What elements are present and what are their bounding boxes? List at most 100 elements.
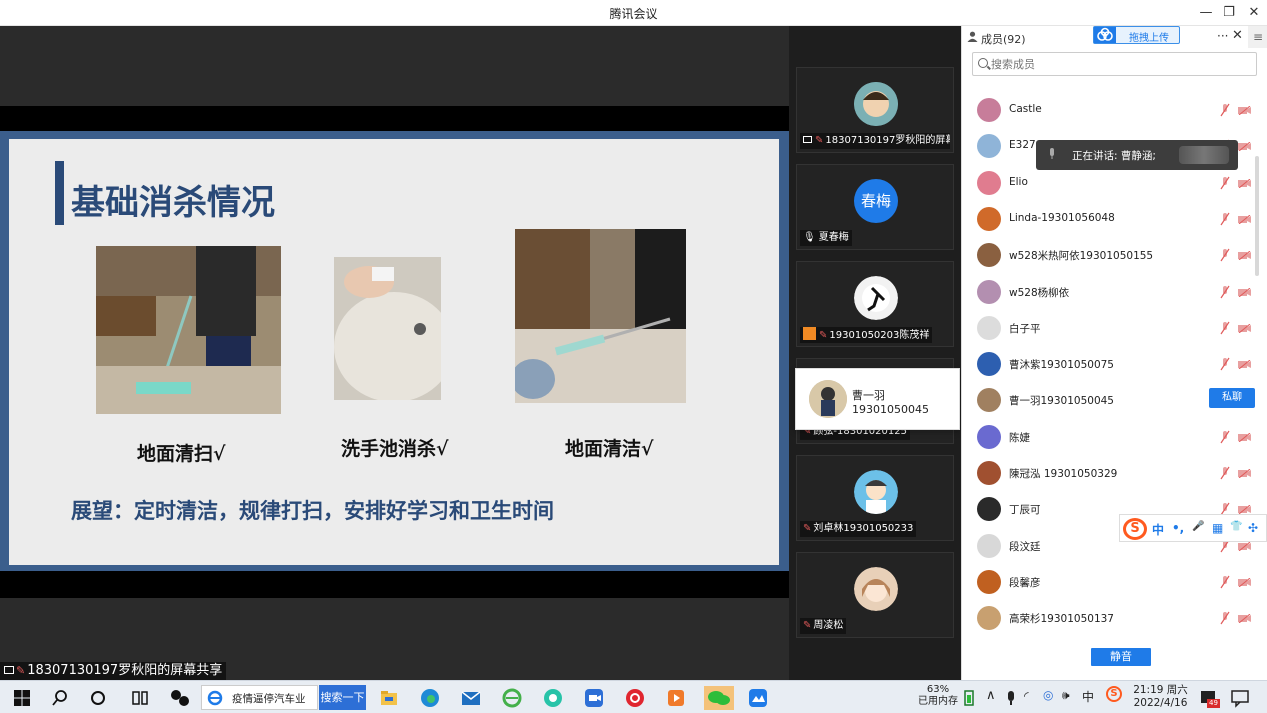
member-row[interactable]: 曹一羽19301050045 私聊 bbox=[962, 382, 1257, 418]
member-row[interactable]: 段馨彦 bbox=[962, 564, 1257, 600]
video-tile[interactable]: ✎18307130197罗秋阳的屏幕... bbox=[796, 67, 954, 153]
restore-button[interactable]: ❐ bbox=[1219, 3, 1239, 23]
camera-off-icon[interactable] bbox=[1238, 614, 1252, 624]
tencent-docs-icon[interactable] bbox=[746, 686, 770, 710]
muted-mic-icon[interactable] bbox=[1220, 575, 1230, 589]
muted-mic-icon: ✎ bbox=[815, 135, 824, 146]
camera-off-icon[interactable] bbox=[1238, 251, 1252, 261]
muted-mic-icon[interactable] bbox=[1220, 285, 1230, 299]
screen-share-label: ✎ 18307130197罗秋阳的屏幕共享 bbox=[0, 662, 227, 680]
camera-off-icon[interactable] bbox=[1238, 432, 1252, 442]
muted-mic-icon[interactable] bbox=[1220, 248, 1230, 262]
camera-off-icon[interactable] bbox=[1238, 178, 1252, 188]
sogou-tray-icon[interactable]: S bbox=[1106, 686, 1122, 702]
camera-off-icon[interactable] bbox=[1238, 541, 1252, 551]
close-panel-button[interactable]: ✕ bbox=[1232, 28, 1243, 43]
camera-off-icon[interactable] bbox=[1238, 505, 1252, 515]
camera-off-icon[interactable] bbox=[1238, 214, 1252, 224]
camera-off-icon[interactable] bbox=[1238, 577, 1252, 587]
drag-upload-button[interactable]: 拖拽上传 bbox=[1093, 26, 1180, 44]
muted-mic-icon[interactable] bbox=[1220, 611, 1230, 625]
video-tile[interactable]: 春梅 🎙 夏春梅 bbox=[796, 164, 954, 250]
camera-off-icon[interactable] bbox=[1238, 469, 1252, 478]
video-tile[interactable]: ✎ 刘卓林19301050233 bbox=[796, 455, 954, 541]
memory-usage[interactable]: 63% 已用内存 bbox=[916, 684, 960, 708]
ime-indicator-icon[interactable]: 中 bbox=[1082, 688, 1094, 705]
member-row[interactable]: Castle bbox=[962, 92, 1257, 128]
panel-menu-button[interactable]: ≡ bbox=[1248, 26, 1267, 48]
more-options-button[interactable]: ··· bbox=[1217, 29, 1228, 43]
member-row[interactable]: w528杨柳依 bbox=[962, 274, 1257, 310]
camera-off-icon[interactable] bbox=[1238, 323, 1252, 333]
mute-all-button[interactable]: 静音 bbox=[1091, 648, 1151, 666]
wechat-icon[interactable] bbox=[704, 686, 734, 710]
camera-off-icon[interactable] bbox=[1238, 287, 1252, 297]
muted-mic-icon[interactable] bbox=[1220, 103, 1230, 117]
microphone-icon[interactable] bbox=[1004, 686, 1018, 710]
ime-toolbar[interactable]: S 中 •, 🎤 ▦ 👕 ✣ bbox=[1119, 514, 1267, 542]
network-icon[interactable]: ◜ bbox=[1024, 689, 1029, 703]
member-row[interactable]: 白子平 bbox=[962, 310, 1257, 346]
tray-expand-icon[interactable]: ∧ bbox=[986, 688, 996, 703]
member-row[interactable]: 高荣杉19301050137 bbox=[962, 600, 1257, 636]
muted-mic-icon[interactable] bbox=[1220, 430, 1230, 444]
muted-mic-icon[interactable] bbox=[1220, 357, 1230, 371]
member-list-scrollbar[interactable] bbox=[1255, 156, 1259, 276]
muted-mic-icon[interactable] bbox=[1220, 321, 1230, 335]
muted-mic-icon[interactable] bbox=[1220, 212, 1230, 226]
taskbar-search-box[interactable]: 疫情逼停汽车业 bbox=[201, 685, 318, 710]
edge-icon[interactable] bbox=[418, 686, 442, 710]
windows-start-icon[interactable] bbox=[10, 686, 34, 710]
search-submit-button[interactable]: 搜索一下 bbox=[319, 685, 366, 710]
ime-chinese-mode[interactable]: 中 bbox=[1152, 521, 1164, 538]
ime-toolbox-icon[interactable]: ✣ bbox=[1248, 521, 1258, 535]
video-tile[interactable]: ✎ 周凌松 bbox=[796, 552, 954, 638]
app-icon[interactable] bbox=[168, 686, 192, 710]
camera-off-icon[interactable] bbox=[1238, 142, 1252, 152]
video-tile-column: ✎18307130197罗秋阳的屏幕... 春梅 🎙夏春梅 ✎193010502… bbox=[789, 26, 961, 680]
tile-name: ✎18307130197罗秋阳的屏幕... bbox=[800, 133, 950, 149]
tencent-meeting-icon[interactable] bbox=[582, 686, 606, 710]
minimize-button[interactable]: — bbox=[1196, 3, 1216, 23]
volume-icon[interactable]: 🕪 bbox=[1062, 688, 1070, 703]
member-row[interactable]: 曹沐紫19301050075 bbox=[962, 346, 1257, 382]
netease-music-icon[interactable] bbox=[623, 686, 647, 710]
cortana-icon[interactable] bbox=[86, 686, 110, 710]
camera-off-icon[interactable] bbox=[1238, 106, 1252, 115]
avatar bbox=[977, 315, 1001, 340]
ime-voice-icon[interactable]: 🎤 bbox=[1192, 521, 1204, 532]
search-icon[interactable] bbox=[48, 686, 72, 710]
tray-app-icon[interactable]: ◎ bbox=[1043, 688, 1053, 702]
media-player-icon[interactable] bbox=[664, 686, 688, 710]
battery-icon[interactable] bbox=[962, 686, 976, 710]
screen-share-view[interactable]: 基础消杀情况 地面清扫√ 洗手池消杀√ 地面清洁√ 展望：定时清洁，规律打扫，安… bbox=[0, 26, 789, 680]
system-clock[interactable]: 21:19 周六 2022/4/16 bbox=[1133, 684, 1188, 710]
member-row[interactable]: 陈婕 bbox=[962, 419, 1257, 455]
member-search-input[interactable] bbox=[991, 56, 1241, 72]
ime-punctuation[interactable]: •, bbox=[1172, 521, 1184, 535]
private-chat-button[interactable]: 私聊 bbox=[1209, 388, 1255, 409]
tile-name: 🎙 夏春梅 bbox=[800, 230, 852, 246]
member-search[interactable] bbox=[972, 52, 1257, 76]
avatar bbox=[809, 380, 847, 418]
sogou-logo-icon[interactable]: S bbox=[1123, 518, 1147, 540]
file-explorer-icon[interactable] bbox=[377, 686, 401, 710]
ie-browser-icon[interactable] bbox=[500, 686, 524, 710]
ime-skin-icon[interactable]: 👕 bbox=[1230, 521, 1242, 532]
camera-off-icon[interactable] bbox=[1238, 360, 1252, 370]
avatar bbox=[977, 497, 1001, 522]
avatar bbox=[854, 470, 898, 514]
browser-icon[interactable] bbox=[541, 686, 565, 710]
member-row[interactable]: 陳冠泓 19301050329 bbox=[962, 455, 1257, 491]
member-row[interactable]: w528米热阿依19301050155 bbox=[962, 237, 1257, 273]
task-view-icon[interactable] bbox=[128, 686, 152, 710]
video-tile[interactable]: ✎ 19301050203陈茂祥 bbox=[796, 261, 954, 347]
member-row[interactable]: Linda-19301056048 bbox=[962, 201, 1257, 237]
close-button[interactable]: ✕ bbox=[1244, 3, 1264, 23]
muted-mic-icon[interactable] bbox=[1220, 466, 1230, 480]
ime-keyboard-icon[interactable]: ▦ bbox=[1212, 521, 1223, 535]
mail-icon[interactable] bbox=[459, 686, 483, 710]
member-name: Elio bbox=[1009, 175, 1028, 188]
muted-mic-icon[interactable] bbox=[1220, 176, 1230, 190]
action-center-icon[interactable] bbox=[1230, 686, 1250, 710]
